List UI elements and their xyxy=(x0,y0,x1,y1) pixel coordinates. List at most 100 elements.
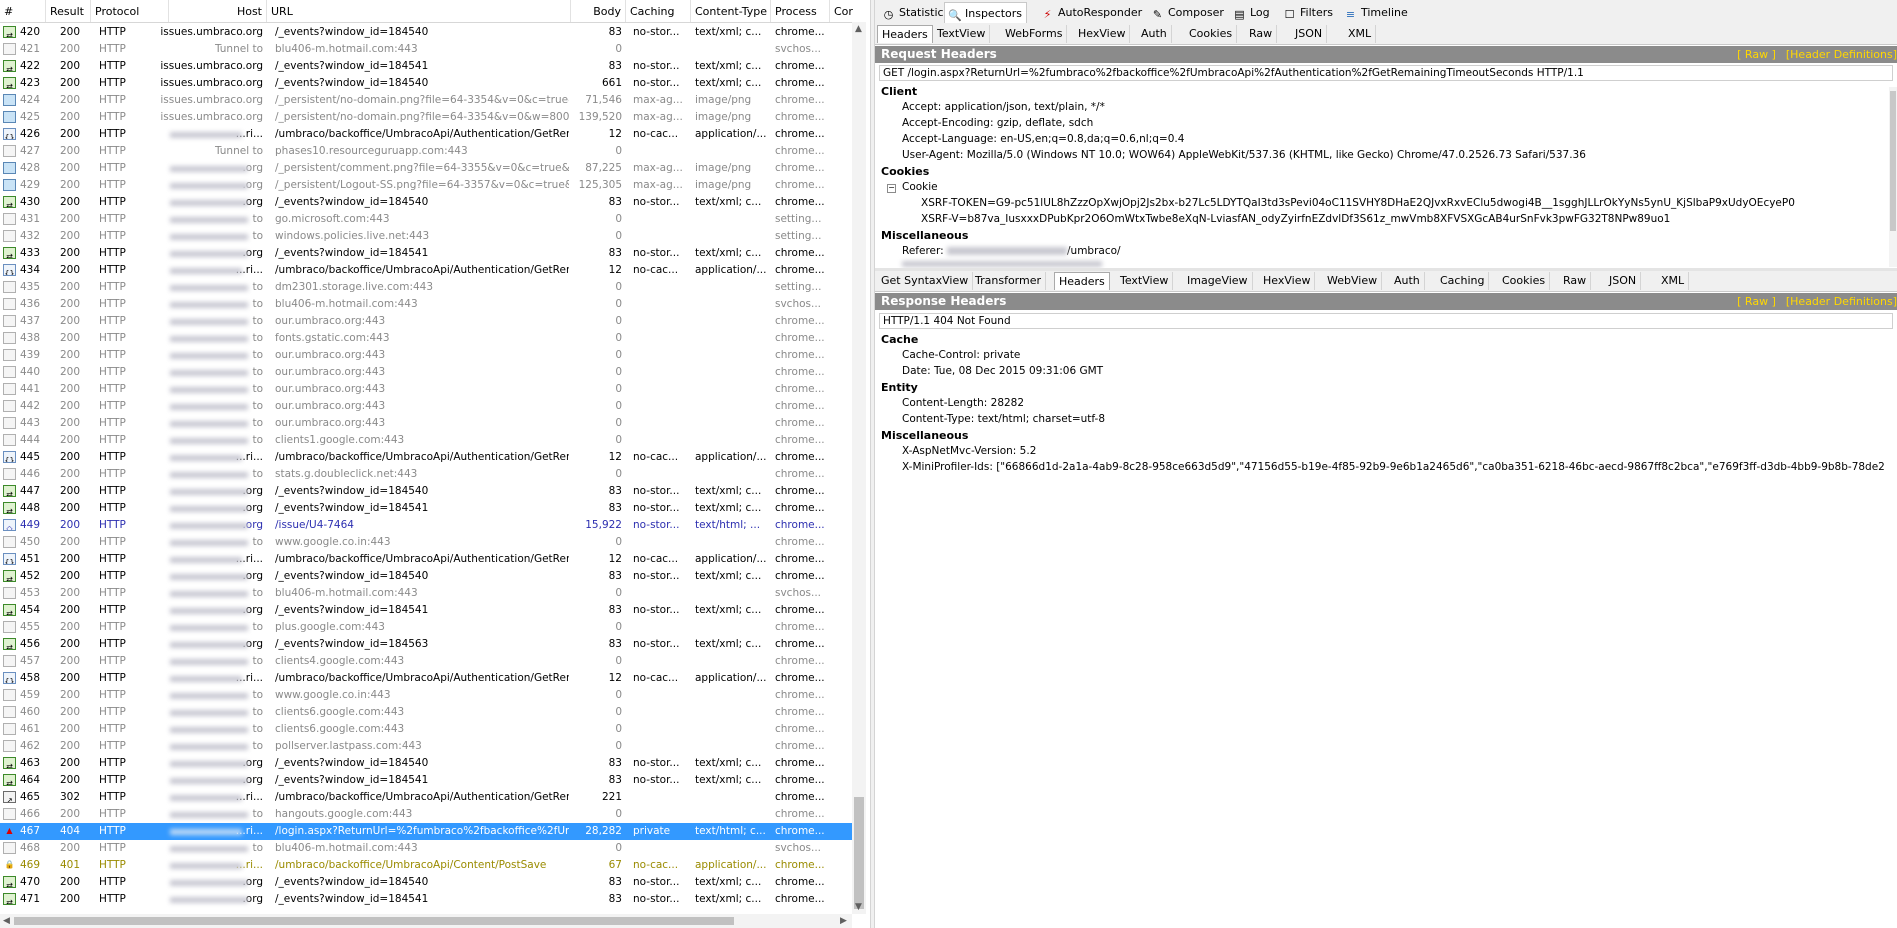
session-row[interactable]: 438 200 HTTP to fonts.gstatic.com:443 0 chrome… xyxy=(0,330,852,347)
resp-tab-transformer[interactable]: Transformer xyxy=(971,272,1047,290)
session-row[interactable]: 436 200 HTTP to blu406-m.hotmail.com:443 0 svc… xyxy=(0,296,852,313)
req-tab-textview[interactable]: TextView xyxy=(933,25,991,43)
session-row[interactable]: {} 451 200 HTTP ...ri... /umbraco/backoffice/… xyxy=(0,551,852,568)
request-raw-link[interactable]: [ Raw ] xyxy=(1737,48,1776,61)
session-row[interactable]: {} 426 200 HTTP ...ri... /umbraco/backoffice/… xyxy=(0,126,852,143)
session-row[interactable]: 459 200 HTTP to www.google.co.in:443 0 chrome.… xyxy=(0,687,852,704)
session-row[interactable]: ⇄ 452 200 HTTP .org /_events?window_id=184540… xyxy=(0,568,852,585)
status-line[interactable]: HTTP/1.1 404 Not Found xyxy=(879,313,1893,329)
session-row[interactable]: {} 458 200 HTTP ...ri... /umbraco/backoffice/… xyxy=(0,670,852,687)
scroll-down-icon[interactable]: ▼ xyxy=(855,902,862,912)
tab-autoresponder[interactable]: ⚡ AutoResponder xyxy=(1038,2,1146,23)
session-row[interactable]: 424 200 HTTP issues.umbraco.org /_persistent… xyxy=(0,92,852,109)
session-row[interactable]: 435 200 HTTP to dm2301.storage.live.com:443 0… xyxy=(0,279,852,296)
header-referer[interactable]: Referer: /umbraco/ xyxy=(902,245,1121,257)
sessions-vertical-scrollbar[interactable]: ▲ ▼ xyxy=(852,22,866,914)
session-row[interactable]: 🔒 469 401 HTTP ...ri... /umbraco/backoffice/U… xyxy=(0,857,852,874)
col-header-protocol[interactable]: Protocol xyxy=(91,0,169,22)
session-row[interactable]: ⇄ 448 200 HTTP .org /_events?window_id=184541… xyxy=(0,500,852,517)
resp-tab-caching[interactable]: Caching xyxy=(1436,272,1490,290)
session-row[interactable]: 450 200 HTTP to www.google.co.in:443 0 chrome.… xyxy=(0,534,852,551)
resp-tab-cookies[interactable]: Cookies xyxy=(1498,272,1551,290)
session-row[interactable]: 439 200 HTTP to our.umbraco.org:443 0 chrome..… xyxy=(0,347,852,364)
header-x-aspnetmvc-version[interactable]: X-AspNetMvc-Version: 5.2 xyxy=(902,445,1036,457)
scroll-thumb[interactable] xyxy=(854,797,864,909)
header-cache-control[interactable]: Cache-Control: private xyxy=(902,349,1020,361)
header-accept-language[interactable]: Accept-Language: en-US,en;q=0.8,da;q=0.6… xyxy=(902,133,1184,145)
tab-timeline[interactable]: ≡ Timeline xyxy=(1341,2,1412,23)
session-row[interactable]: 440 200 HTTP to our.umbraco.org:443 0 chrome..… xyxy=(0,364,852,381)
header-date[interactable]: Date: Tue, 08 Dec 2015 09:31:06 GMT xyxy=(902,365,1103,377)
session-row[interactable]: 441 200 HTTP to our.umbraco.org:443 0 chrome..… xyxy=(0,381,852,398)
col-header-result[interactable]: Result xyxy=(46,0,91,22)
session-row[interactable]: 421 200 HTTP Tunnel to blu406-m.hotmail.com:… xyxy=(0,41,852,58)
request-line[interactable]: GET /login.aspx?ReturnUrl=%2fumbraco%2fb… xyxy=(879,65,1893,81)
session-row[interactable]: ⇄ 422 200 HTTP issues.umbraco.org /_events?wi… xyxy=(0,58,852,75)
cookie-xsrf-v[interactable]: XSRF-V=b87va_IusxxxDPubKpr2O6OmWtxTwbe8e… xyxy=(921,213,1670,225)
tab-composer[interactable]: ✎ Composer xyxy=(1148,2,1228,23)
header-content-type[interactable]: Content-Type: text/html; charset=utf-8 xyxy=(902,413,1105,425)
session-row[interactable]: 457 200 HTTP to clients4.google.com:443 0 chro… xyxy=(0,653,852,670)
session-row[interactable]: 428 200 HTTP .org /_persistent/comment.png?f… xyxy=(0,160,852,177)
session-row[interactable]: 462 200 HTTP to pollserver.lastpass.com:443 0… xyxy=(0,738,852,755)
session-row[interactable]: 466 200 HTTP to hangouts.google.com:443 0 chro… xyxy=(0,806,852,823)
session-row[interactable]: 444 200 HTTP to clients1.google.com:443 0 chro… xyxy=(0,432,852,449)
header-accept-encoding[interactable]: Accept-Encoding: gzip, deflate, sdch xyxy=(902,117,1093,129)
resp-tab-auth[interactable]: Auth xyxy=(1390,272,1425,290)
session-row[interactable]: 437 200 HTTP to our.umbraco.org:443 0 chrome..… xyxy=(0,313,852,330)
col-header-content-type[interactable]: Content-Type xyxy=(691,0,771,22)
resp-tab-json[interactable]: JSON xyxy=(1605,272,1642,290)
resp-tab-webview[interactable]: WebView xyxy=(1323,272,1383,290)
col-header-body[interactable]: Body xyxy=(571,0,626,22)
session-row[interactable]: ⇄ 423 200 HTTP issues.umbraco.org /_events?wi… xyxy=(0,75,852,92)
resp-tab-xml[interactable]: XML xyxy=(1657,272,1690,290)
session-row[interactable]: 432 200 HTTP to windows.policies.live.net:44… xyxy=(0,228,852,245)
tab-filters[interactable]: ☐ Filters xyxy=(1280,2,1337,23)
resp-tab-headers[interactable]: Headers xyxy=(1054,272,1110,290)
req-tab-hexview[interactable]: HexView xyxy=(1074,25,1131,43)
resp-tab-textview[interactable]: TextView xyxy=(1116,272,1174,290)
session-row[interactable]: ↗ 465 302 HTTP ...ri... /umbraco/backoffice/U… xyxy=(0,789,852,806)
session-row[interactable]: ⇄ 463 200 HTTP .org /_events?window_id=184540… xyxy=(0,755,852,772)
session-row[interactable]: ⇄ 471 200 HTTP .org /_events?window_id=184541… xyxy=(0,891,852,908)
session-row[interactable]: 460 200 HTTP to clients6.google.com:443 0 chro… xyxy=(0,704,852,721)
tab-statistics[interactable]: ◷ Statistics xyxy=(879,2,953,23)
collapse-icon[interactable]: − xyxy=(887,184,896,193)
response-raw-link[interactable]: [ Raw ] xyxy=(1737,295,1776,308)
session-row[interactable]: ⇄ 420 200 HTTP issues.umbraco.org /_events?wi… xyxy=(0,24,852,41)
request-scroll-thumb[interactable] xyxy=(1890,91,1896,231)
tab-log[interactable]: ▤ Log xyxy=(1230,2,1274,23)
col-header-comments[interactable]: Cor xyxy=(830,0,866,22)
session-row[interactable]: 461 200 HTTP to clients6.google.com:443 0 chro… xyxy=(0,721,852,738)
scroll-left-icon[interactable]: ◀ xyxy=(3,916,10,926)
session-row[interactable]: 455 200 HTTP to plus.google.com:443 0 chrome..… xyxy=(0,619,852,636)
hscroll-thumb[interactable] xyxy=(14,917,734,925)
col-header-host[interactable]: Host xyxy=(169,0,267,22)
session-row[interactable]: ⇄ 454 200 HTTP .org /_events?window_id=184541… xyxy=(0,602,852,619)
req-tab-auth[interactable]: Auth xyxy=(1137,25,1172,43)
resp-tab-get-syntaxview[interactable]: Get SyntaxView xyxy=(877,272,974,290)
session-row[interactable]: 427 200 HTTP Tunnel to phases10.resourceguru… xyxy=(0,143,852,160)
cookie-node[interactable]: Cookie xyxy=(902,181,938,193)
session-row[interactable]: ⇄ 464 200 HTTP .org /_events?window_id=184541… xyxy=(0,772,852,789)
request-scrollbar[interactable] xyxy=(1889,87,1897,267)
header-content-length[interactable]: Content-Length: 28282 xyxy=(902,397,1024,409)
session-row[interactable]: ⇄ 470 200 HTTP .org /_events?window_id=184540… xyxy=(0,874,852,891)
session-row[interactable]: 425 200 HTTP issues.umbraco.org /_persistent… xyxy=(0,109,852,126)
req-tab-xml[interactable]: XML xyxy=(1344,25,1377,43)
session-row[interactable]: 431 200 HTTP to go.microsoft.com:443 0 setting… xyxy=(0,211,852,228)
request-header-definitions-link[interactable]: [Header Definitions] xyxy=(1786,48,1897,61)
session-row[interactable]: 468 200 HTTP to blu406-m.hotmail.com:443 0 svc… xyxy=(0,840,852,857)
session-row[interactable]: ⇄ 456 200 HTTP .org /_events?window_id=184563… xyxy=(0,636,852,653)
resp-tab-hexview[interactable]: HexView xyxy=(1259,272,1316,290)
req-tab-cookies[interactable]: Cookies xyxy=(1185,25,1238,43)
header-x-miniprofiler-ids[interactable]: X-MiniProfiler-Ids: ["66866d1d-2a1a-4ab9… xyxy=(902,461,1885,473)
col-header-caching[interactable]: Caching xyxy=(626,0,691,22)
req-tab-json[interactable]: JSON xyxy=(1291,25,1328,43)
session-row[interactable]: {} 434 200 HTTP ...ri... /umbraco/backoffice/… xyxy=(0,262,852,279)
scroll-right-icon[interactable]: ▶ xyxy=(840,916,847,926)
cookie-xsrf-token[interactable]: XSRF-TOKEN=G9-pc51lUL8hZzzOpXwjOpj2Js2bx… xyxy=(921,197,1795,209)
session-row[interactable]: 429 200 HTTP .org /_persistent/Logout-SS.png… xyxy=(0,177,852,194)
session-row[interactable]: 443 200 HTTP to our.umbraco.org:443 0 chrome..… xyxy=(0,415,852,432)
session-row[interactable]: 442 200 HTTP to our.umbraco.org:443 0 chrome..… xyxy=(0,398,852,415)
